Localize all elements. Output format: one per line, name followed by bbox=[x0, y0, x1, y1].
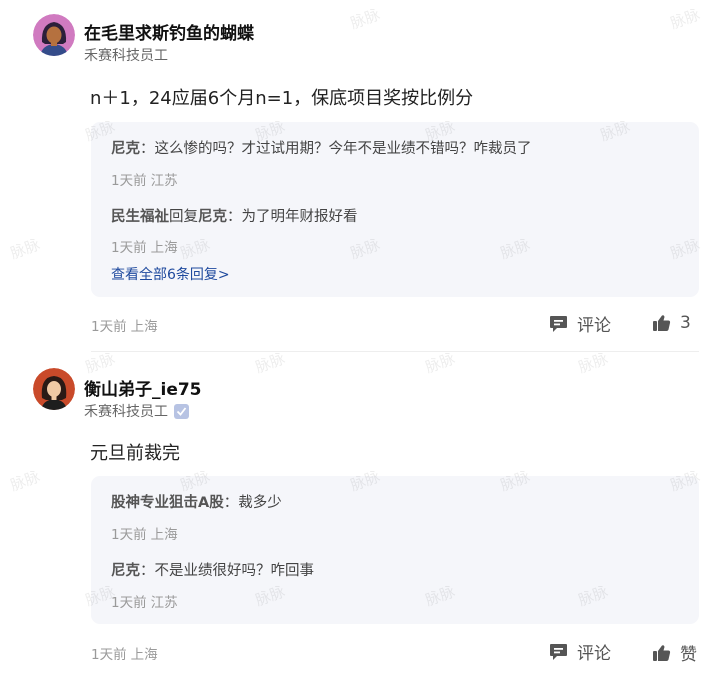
comment-bubble-icon bbox=[550, 315, 567, 332]
company-label: 禾赛科技员工 bbox=[84, 404, 168, 420]
reply-author[interactable]: 民生福祉 bbox=[111, 209, 169, 225]
reply-meta: 1天前 江苏 bbox=[111, 591, 178, 611]
reply-time: 1天前 bbox=[111, 595, 147, 611]
reply-item[interactable]: 民生福祉回复尼克：为了明年财报好看 bbox=[111, 205, 358, 226]
reply-target[interactable]: 尼克 bbox=[198, 209, 227, 225]
reply-text: 为了明年财报好看 bbox=[241, 209, 358, 225]
comment-label: 评论 bbox=[577, 644, 611, 664]
reply-author[interactable]: 股神专业狙击A股 bbox=[111, 495, 224, 511]
post-location: 上海 bbox=[130, 319, 158, 335]
author-name[interactable]: 衡山弟子_ie75 bbox=[84, 375, 202, 400]
reply-item[interactable]: 尼克：不是业绩很好吗？咋回事 bbox=[111, 559, 314, 580]
post-content: 元旦前裁完 bbox=[90, 443, 180, 464]
like-label: 赞 bbox=[680, 645, 697, 665]
like-button[interactable]: 3 bbox=[652, 313, 691, 333]
post-meta: 1天前 上海 bbox=[91, 643, 158, 663]
reply-box: 股神专业狙击A股：裁多少 1天前 上海 尼克：不是业绩很好吗？咋回事 1天前 江苏 bbox=[91, 476, 699, 624]
comment-bubble-icon bbox=[550, 643, 567, 660]
avatar-image bbox=[33, 14, 75, 56]
reply-text: 不是业绩很好吗？咋回事 bbox=[154, 563, 315, 579]
post-card: 衡山弟子_ie75 禾赛科技员工 元旦前裁完 股神专业狙击A股：裁多少 1天前上… bbox=[0, 352, 726, 677]
reply-location: 上海 bbox=[150, 527, 178, 543]
post-location: 上海 bbox=[130, 647, 158, 663]
reply-box: 尼克：这么惨的吗？才过试用期？今年不是业绩不错吗？咋裁员了 1天前 江苏 民生福祉… bbox=[91, 122, 699, 297]
reply-separator: ： bbox=[140, 563, 155, 579]
reply-separator: ： bbox=[223, 495, 239, 511]
verified-badge-icon bbox=[174, 403, 189, 419]
like-count: 3 bbox=[680, 313, 691, 333]
thumbs-up-icon bbox=[653, 315, 671, 331]
reply-item[interactable]: 股神专业狙击A股：裁多少 bbox=[111, 491, 282, 512]
comment-button[interactable]: 评论 bbox=[549, 639, 611, 664]
reply-separator: ： bbox=[140, 141, 155, 157]
reply-item[interactable]: 尼克：这么惨的吗？才过试用期？今年不是业绩不错吗？咋裁员了 bbox=[111, 137, 532, 158]
reply-meta: 1天前 上海 bbox=[111, 523, 178, 543]
comment-label: 评论 bbox=[577, 316, 611, 336]
reply-location: 上海 bbox=[150, 240, 178, 256]
author-company: 禾赛科技员工 bbox=[84, 401, 189, 421]
post-card: 在毛里求斯钓鱼的蝴蝶 禾赛科技员工 n＋1，24应届6个月n=1，保底项目奖按比… bbox=[0, 0, 726, 350]
reply-time: 1天前 bbox=[111, 240, 147, 256]
reply-time: 1天前 bbox=[111, 527, 147, 543]
reply-author[interactable]: 尼克 bbox=[111, 563, 140, 579]
reply-meta: 1天前 江苏 bbox=[111, 169, 178, 189]
post-content: n＋1，24应届6个月n=1，保底项目奖按比例分 bbox=[90, 88, 474, 109]
post-meta: 1天前 上海 bbox=[91, 315, 158, 335]
reply-text: 这么惨的吗？才过试用期？今年不是业绩不错吗？咋裁员了 bbox=[154, 141, 532, 157]
author-company: 禾赛科技员工 bbox=[84, 45, 168, 65]
reply-text: 裁多少 bbox=[238, 495, 282, 511]
reply-connector: 回复 bbox=[169, 209, 198, 225]
reply-time: 1天前 bbox=[111, 173, 147, 189]
avatar-image bbox=[33, 368, 75, 410]
reply-location: 江苏 bbox=[150, 173, 178, 189]
comment-button[interactable]: 评论 bbox=[549, 311, 611, 336]
reply-author[interactable]: 尼克 bbox=[111, 141, 140, 157]
author-name[interactable]: 在毛里求斯钓鱼的蝴蝶 bbox=[84, 19, 254, 44]
thumbs-up-icon bbox=[653, 644, 671, 661]
reply-location: 江苏 bbox=[150, 595, 178, 611]
avatar[interactable] bbox=[33, 14, 75, 56]
post-time: 1天前 bbox=[91, 319, 127, 335]
post-time: 1天前 bbox=[91, 647, 127, 663]
company-label: 禾赛科技员工 bbox=[84, 48, 168, 64]
like-button[interactable]: 赞 bbox=[652, 640, 697, 665]
avatar[interactable] bbox=[33, 368, 75, 410]
reply-meta: 1天前 上海 bbox=[111, 236, 178, 256]
reply-separator: ： bbox=[227, 209, 242, 225]
view-all-replies-link[interactable]: 查看全部6条回复> bbox=[111, 264, 230, 284]
